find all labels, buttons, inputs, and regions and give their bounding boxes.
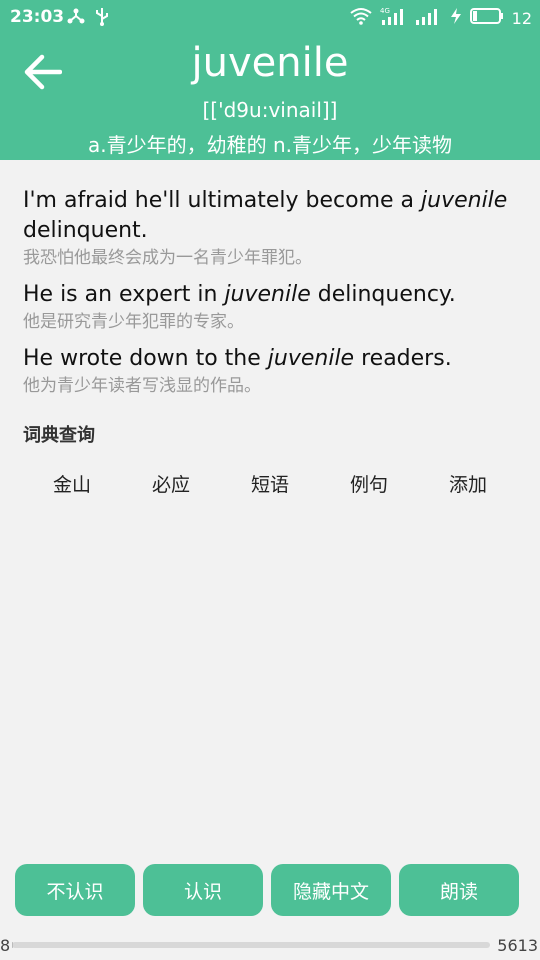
example-item: I'm afraid he'll ultimately become a juv…	[23, 186, 523, 270]
example-item: He is an expert in juvenile delinquency.…	[23, 280, 523, 334]
example-highlight: juvenile	[224, 282, 311, 307]
example-en: I'm afraid he'll ultimately become a juv…	[23, 186, 523, 246]
example-zh: 我恐怕他最终会成为一名青少年罪犯。	[23, 248, 312, 268]
read-aloud-button[interactable]: 朗读	[399, 864, 519, 916]
example-en-before: I'm afraid he'll ultimately become a	[23, 188, 422, 213]
dictionary-tabs: 金山 必应 短语 例句 添加	[23, 470, 517, 497]
example-en: He is an expert in juvenile delinquency.	[23, 280, 523, 310]
word-title: juvenile	[191, 40, 349, 86]
battery-level: 12	[511, 8, 532, 28]
known-button[interactable]: 认识	[143, 864, 263, 916]
usb-icon	[94, 6, 110, 30]
tab-add[interactable]: 添加	[419, 470, 517, 497]
progress-current: 8	[0, 936, 11, 955]
battery-icon	[469, 7, 504, 29]
status-time: 23:03	[10, 7, 65, 27]
wifi-icon	[350, 7, 372, 29]
example-item: He wrote down to the juvenile readers. 他…	[23, 344, 523, 398]
example-en-after: delinquent.	[23, 218, 148, 243]
header-bar: 23:03 4G 12 juvenile [['d9u:vinail]] a.青…	[0, 0, 540, 160]
definition: a.青少年的，幼稚的 n.青少年，少年读物	[87, 133, 452, 157]
tab-phrases[interactable]: 短语	[221, 470, 319, 497]
unknown-button[interactable]: 不认识	[15, 864, 135, 916]
dictionary-title: 词典查询	[23, 425, 95, 446]
progress-total: 5613	[497, 936, 538, 955]
signal-icon	[414, 6, 442, 30]
signal-4g-icon: 4G	[380, 6, 406, 30]
tab-bing[interactable]: 必应	[122, 470, 220, 497]
example-highlight: juvenile	[267, 346, 355, 371]
example-en: He wrote down to the juvenile readers.	[23, 344, 523, 374]
charging-icon	[450, 7, 462, 29]
phonetic: [['d9u:vinail]]	[202, 98, 338, 122]
example-highlight: juvenile	[421, 188, 508, 213]
example-en-after: readers.	[354, 346, 452, 371]
tab-jinshan[interactable]: 金山	[23, 470, 121, 497]
svg-text:4G: 4G	[380, 7, 390, 15]
example-zh: 他为青少年读者写浅显的作品。	[23, 376, 261, 396]
share-icon	[66, 6, 86, 30]
example-zh: 他是研究青少年犯罪的专家。	[23, 312, 244, 332]
example-list: I'm afraid he'll ultimately become a juv…	[23, 186, 523, 408]
example-en-after: delinquency.	[310, 282, 456, 307]
example-en-before: He is an expert in	[23, 282, 225, 307]
tab-examples[interactable]: 例句	[320, 470, 418, 497]
example-en-before: He wrote down to the	[23, 346, 268, 371]
progress-fill	[12, 942, 13, 948]
hide-chinese-button[interactable]: 隐藏中文	[271, 864, 391, 916]
action-buttons: 不认识 认识 隐藏中文 朗读	[15, 864, 519, 916]
status-bar: 23:03 4G 12	[0, 0, 540, 34]
progress-bar[interactable]	[12, 942, 490, 948]
